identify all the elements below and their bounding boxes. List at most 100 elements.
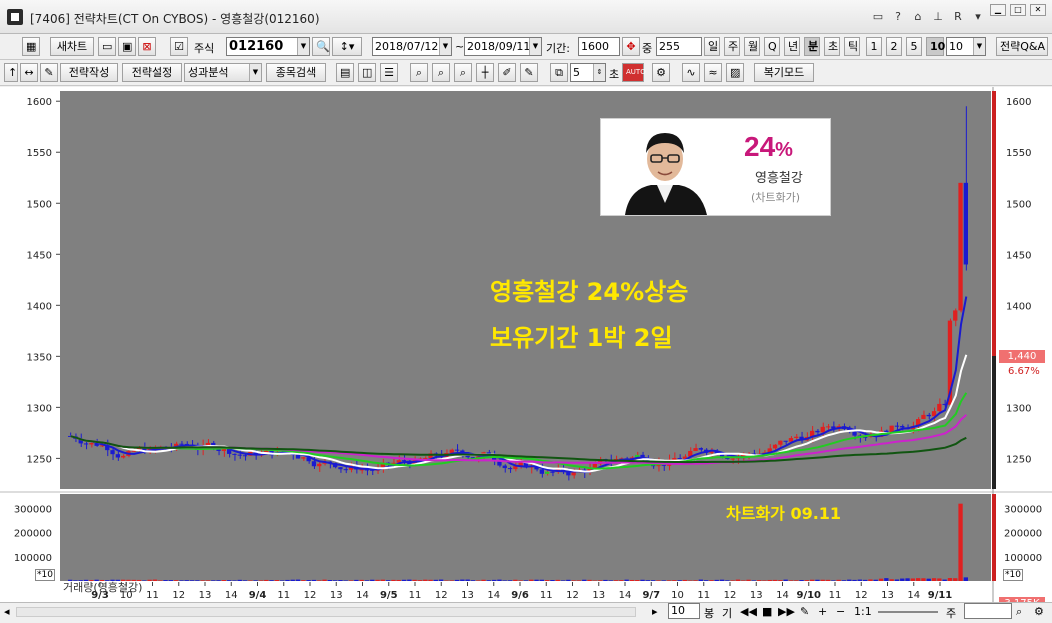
split-icon[interactable]: ◫ [358,63,376,82]
tf-year[interactable]: 년 [784,37,800,56]
line-chart-icon[interactable]: ∿ [682,63,700,82]
new-chart-button[interactable]: 새차트 [50,37,94,56]
tf-quarter[interactable]: Q [764,37,780,56]
up-arrow-icon[interactable]: ↑ [4,63,18,82]
start-date-input[interactable]: 2018/07/12▼ [372,37,452,56]
volume-bar [418,580,422,581]
interval-5[interactable]: 5 [906,37,922,56]
chart-svg[interactable]: 1600160015501550150015001450145014001400… [0,87,1052,620]
edit-icon[interactable]: ✎ [40,63,58,82]
volume-bar [948,578,952,581]
tf-week[interactable]: 주 [724,37,740,56]
replay-mode-button[interactable]: 복기모드 [754,63,814,82]
stop-icon[interactable]: ■ [762,605,772,618]
tool-icon[interactable]: ✎ [800,605,809,618]
price-tick-label-right: 1550 [1006,148,1031,159]
period-input[interactable]: 1600 [578,37,620,56]
settings-icon-bottom[interactable]: ⚙ [1034,605,1044,618]
layout-icon[interactable]: ▦ [22,37,40,56]
interval-select[interactable]: 10▼ [946,37,986,56]
volume-bar [381,580,385,581]
candle-body [132,451,136,452]
card-stock-name: 영흥철강 [755,167,803,186]
volume-bar [619,580,623,581]
tf-month[interactable]: 월 [744,37,760,56]
rewind-icon[interactable]: ◀◀ [740,605,757,618]
tf-tick[interactable]: 틱 [844,37,860,56]
volume-bar [360,580,364,581]
candle-body [784,441,788,442]
candle-body [116,454,120,457]
check-icon[interactable]: ☑ [170,37,188,56]
zoom-out-icon[interactable]: − [836,605,845,618]
search-icon-bottom[interactable]: ⌕ [1016,605,1022,619]
count-input[interactable]: 5⇕ [570,63,606,82]
bar-count-input[interactable]: 10 [668,603,700,619]
interval-1[interactable]: 1 [866,37,882,56]
close-icon[interactable]: ✕ [1030,4,1046,16]
message-icon[interactable]: ▭ [870,9,886,25]
horizontal-scrollbar[interactable] [16,607,636,617]
strategy-make-button[interactable]: 전략작성 [60,63,118,82]
pin-icon[interactable]: ⊥ [930,9,946,25]
draw-icon[interactable]: ✐ [498,63,516,82]
zoom-red-icon[interactable]: ⌕ [432,63,450,82]
image-icon[interactable]: ▨ [726,63,744,82]
tf-second[interactable]: 초 [824,37,840,56]
menu-icon[interactable]: ▾ [970,9,986,25]
volume-bar [238,580,242,581]
scroll-left-icon[interactable]: ◂ [4,605,10,618]
goto-input[interactable] [964,603,1012,619]
minimize-icon[interactable]: ▁ [990,4,1006,16]
strategy-set-button[interactable]: 전략설정 [122,63,182,82]
zoom-in-icon[interactable]: + [818,605,827,618]
volume-bar [153,580,157,581]
stock-search-button[interactable]: 종목검색 [266,63,326,82]
forward-icon[interactable]: ▶▶ [778,605,795,618]
zoom-slider[interactable] [878,611,938,613]
refresh-icon[interactable]: R [950,9,966,25]
maximize-icon[interactable]: □ [1010,4,1026,16]
x-axis-label: 12 [172,590,185,601]
tf-minute[interactable]: 분 [804,37,820,56]
sort-icon[interactable]: ↕▾ [332,37,362,56]
save-icon[interactable]: ▣ [118,37,136,56]
x-axis-label: 10 [671,590,684,601]
scroll-right-icon[interactable]: ▸ [652,605,658,618]
delete-icon[interactable]: ⊠ [138,37,156,56]
note-icon[interactable]: ✎ [520,63,538,82]
search-icon[interactable]: 🔍 [312,37,330,56]
interval-10[interactable]: 10 [926,37,944,56]
wave-icon[interactable]: ≈ [704,63,722,82]
zoom-icon[interactable]: ⌕ [410,63,428,82]
help-icon[interactable]: ? [890,9,906,25]
interval-2[interactable]: 2 [886,37,902,56]
list-icon[interactable]: ☰ [380,63,398,82]
expand-icon[interactable]: ↔ [20,63,38,82]
qa-button[interactable]: 전략Q&A [996,37,1048,56]
chart-area[interactable]: 1600160015501550150015001450145014001400… [0,87,1052,620]
candle-body [815,431,819,432]
crosshair-icon[interactable]: ┼ [476,63,494,82]
open-icon[interactable]: ▭ [98,37,116,56]
performance-dropdown[interactable]: 성과분석▼ [184,63,262,82]
window-icon[interactable]: ▤ [336,63,354,82]
mid-input[interactable]: 255 [656,37,702,56]
end-date-input[interactable]: 2018/09/11▼ [464,37,542,56]
arrows-icon[interactable]: ✥ [622,37,640,56]
copy-icon[interactable]: ⧉ [550,63,568,82]
seconds-label: 초 [609,66,619,82]
analyst-card: 24% 영흥철강 (차트화가) [600,118,831,216]
stock-code-input[interactable]: 012160▼ [226,37,310,56]
volume-bar [534,580,538,581]
x-axis-label: 12 [724,590,737,601]
ratio-label: 1:1 [854,605,872,618]
tf-day[interactable]: 일 [704,37,720,56]
settings-icon[interactable]: ⚙ [652,63,670,82]
auto-button[interactable]: AUTO [622,63,644,82]
volume-bar [423,580,427,581]
volume-bar [603,580,607,581]
candle-body [344,469,348,470]
zoom-box-icon[interactable]: ⌕ [454,63,472,82]
lock-icon[interactable]: ⌂ [910,9,926,25]
